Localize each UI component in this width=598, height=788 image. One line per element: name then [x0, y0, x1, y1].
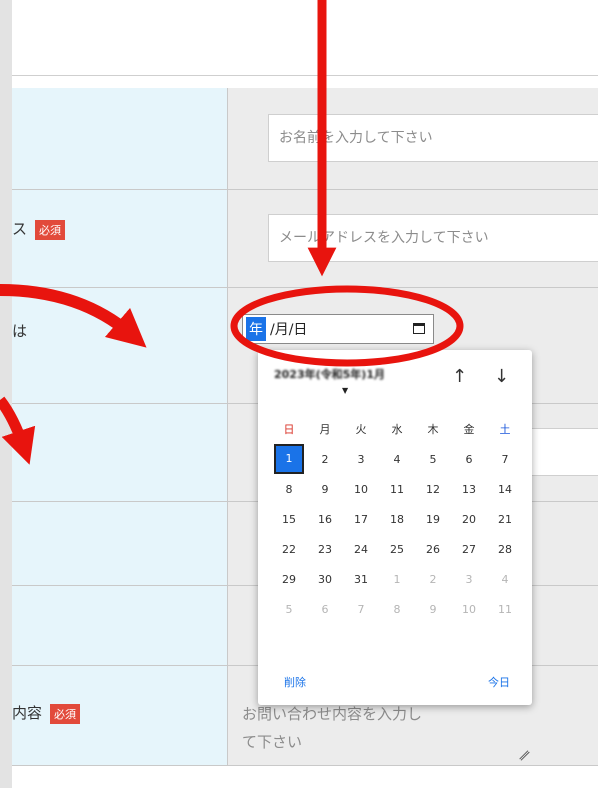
day-cell[interactable]: 10 [348, 483, 374, 496]
month-dropdown-caret-icon[interactable]: ▼ [342, 386, 348, 395]
bottom-strip [12, 766, 598, 788]
inquiry-label-cell: 内容 必須 [12, 666, 228, 766]
day-cell[interactable]: 19 [420, 513, 446, 526]
week-row: 22 23 24 25 26 27 28 [276, 534, 520, 564]
day-cell[interactable]: 11 [384, 483, 410, 496]
day-cell-other-month[interactable]: 4 [492, 573, 518, 586]
weekday-label: 土 [499, 423, 511, 436]
day-cell-other-month[interactable]: 1 [384, 573, 410, 586]
day-cell[interactable]: 29 [276, 573, 302, 586]
day-cell[interactable]: 6 [456, 453, 482, 466]
date-label-cell: は [12, 288, 228, 404]
day-cell-other-month[interactable]: 10 [456, 603, 482, 616]
week-row: 8 9 10 11 12 13 14 [276, 474, 520, 504]
day-cell-other-month[interactable]: 7 [348, 603, 374, 616]
day-cell[interactable]: 17 [348, 513, 374, 526]
today-button[interactable]: 今日 [488, 674, 510, 690]
day-cell[interactable]: 23 [312, 543, 338, 556]
day-cell[interactable]: 15 [276, 513, 302, 526]
day-cell[interactable]: 26 [420, 543, 446, 556]
date-input[interactable]: 年 /月/日 [242, 314, 434, 344]
day-cell[interactable]: 14 [492, 483, 518, 496]
date-picker-popup: 2023年(令和5年)1月 ▼ ↑ ↓ 日 月 火 水 木 金 土 1 2 3 … [258, 350, 532, 705]
day-cell[interactable]: 27 [456, 543, 482, 556]
calendar-grid: 日 月 火 水 木 金 土 1 2 3 4 5 6 7 8 9 10 11 12… [274, 414, 520, 624]
row6-label-cell [12, 586, 228, 666]
email-value-cell: メールアドレスを入力して下さい [228, 190, 598, 288]
name-label-cell [12, 88, 228, 190]
day-cell[interactable]: 22 [276, 543, 302, 556]
name-input[interactable]: お名前を入力して下さい [268, 114, 598, 162]
day-cell-other-month[interactable]: 11 [492, 603, 518, 616]
date-label: は [12, 322, 28, 340]
weekday-label: 水 [391, 423, 403, 436]
weekday-label: 金 [463, 423, 475, 436]
day-cell[interactable]: 2 [312, 453, 338, 466]
email-label-cell: ス必須 [12, 190, 228, 288]
week-row: 29 30 31 1 2 3 4 [276, 564, 520, 594]
day-cell-other-month[interactable]: 3 [456, 573, 482, 586]
row5-label-cell [12, 502, 228, 586]
day-cell[interactable]: 24 [348, 543, 374, 556]
day-cell[interactable]: 30 [312, 573, 338, 586]
clear-button[interactable]: 削除 [284, 674, 306, 690]
date-month-day-segments[interactable]: /月/日 [270, 319, 307, 339]
weekday-label: 月 [319, 423, 331, 436]
date-year-segment[interactable]: 年 [246, 317, 266, 341]
week-row: 15 16 17 18 19 20 21 [276, 504, 520, 534]
day-cell[interactable]: 31 [348, 573, 374, 586]
week-row: 5 6 7 8 9 10 11 [276, 594, 520, 624]
week-row: 1 2 3 4 5 6 7 [274, 444, 520, 474]
day-cell[interactable]: 7 [492, 453, 518, 466]
day-cell[interactable]: 4 [384, 453, 410, 466]
name-value-cell: お名前を入力して下さい [228, 88, 598, 190]
next-month-button[interactable]: ↓ [494, 366, 509, 387]
day-cell-other-month[interactable]: 9 [420, 603, 446, 616]
weekday-label: 火 [355, 423, 367, 436]
day-cell[interactable]: 9 [312, 483, 338, 496]
day-cell[interactable]: 12 [420, 483, 446, 496]
calendar-icon[interactable] [413, 323, 425, 334]
day-cell-selected[interactable]: 1 [274, 444, 304, 474]
day-cell-other-month[interactable]: 8 [384, 603, 410, 616]
textarea-placeholder-line2: て下さい [242, 733, 303, 751]
day-cell[interactable]: 13 [456, 483, 482, 496]
day-cell[interactable]: 18 [384, 513, 410, 526]
inquiry-label: 内容 必須 [12, 702, 81, 724]
day-cell[interactable]: 20 [456, 513, 482, 526]
weekday-label: 日 [283, 423, 295, 436]
day-cell-other-month[interactable]: 5 [276, 603, 302, 616]
email-label: ス必須 [12, 218, 66, 240]
day-cell[interactable]: 25 [384, 543, 410, 556]
day-cell[interactable]: 3 [348, 453, 374, 466]
top-bar [12, 0, 598, 76]
prev-month-button[interactable]: ↑ [452, 366, 467, 387]
day-cell[interactable]: 8 [276, 483, 302, 496]
weekday-label: 木 [427, 423, 439, 436]
day-cell[interactable]: 16 [312, 513, 338, 526]
inquiry-textarea[interactable]: お問い合わせ内容を入力し て下さい [242, 700, 542, 756]
day-cell[interactable]: 21 [492, 513, 518, 526]
month-year-label[interactable]: 2023年(令和5年)1月 [274, 366, 385, 382]
day-cell-other-month[interactable]: 2 [420, 573, 446, 586]
required-badge: 必須 [50, 703, 81, 724]
day-cell[interactable]: 5 [420, 453, 446, 466]
weekday-header-row: 日 月 火 水 木 金 土 [276, 414, 520, 444]
email-input[interactable]: メールアドレスを入力して下さい [268, 214, 598, 262]
row4-label-cell [12, 404, 228, 502]
day-cell[interactable]: 28 [492, 543, 518, 556]
required-badge: 必須 [35, 219, 66, 240]
day-cell-other-month[interactable]: 6 [312, 603, 338, 616]
